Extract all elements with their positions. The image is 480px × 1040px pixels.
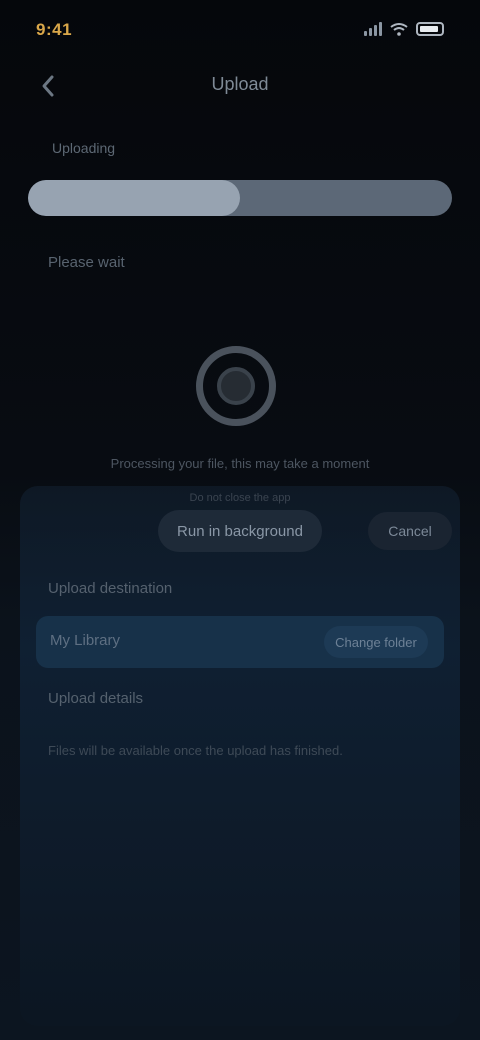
status-time: 9:41 [36,20,73,39]
destination-option-row[interactable]: My Library Change folder [36,616,444,668]
change-folder-button[interactable]: Change folder [324,626,428,658]
progress-status-text: Please wait [48,254,125,271]
header: Upload [0,62,480,110]
status-icons [364,22,444,36]
section-label-details: Upload details [48,690,144,707]
cancel-button[interactable]: Cancel [368,512,452,550]
spinner-core [217,367,255,405]
upload-screen: 9:41 Upload Uploading Please wait Proces… [0,0,480,1040]
wifi-icon [390,23,408,36]
status-bar: 9:41 [0,14,480,46]
signal-icon [364,22,382,36]
destination-option-label: My Library [50,632,121,649]
progress-bar [28,180,452,216]
run-in-background-button[interactable]: Run in background [158,510,322,552]
page-title: Upload [211,74,269,94]
status-caption: Processing your file, this may take a mo… [110,456,370,471]
status-sub-caption: Do not close the app [189,492,291,504]
progress-step-label: Uploading [52,140,116,156]
progress-bar-fill [28,180,240,216]
details-body-text: Files will be available once the upload … [48,743,343,758]
section-label-destination: Upload destination [48,580,173,597]
spinner-icon [196,346,276,426]
battery-icon [416,22,444,36]
